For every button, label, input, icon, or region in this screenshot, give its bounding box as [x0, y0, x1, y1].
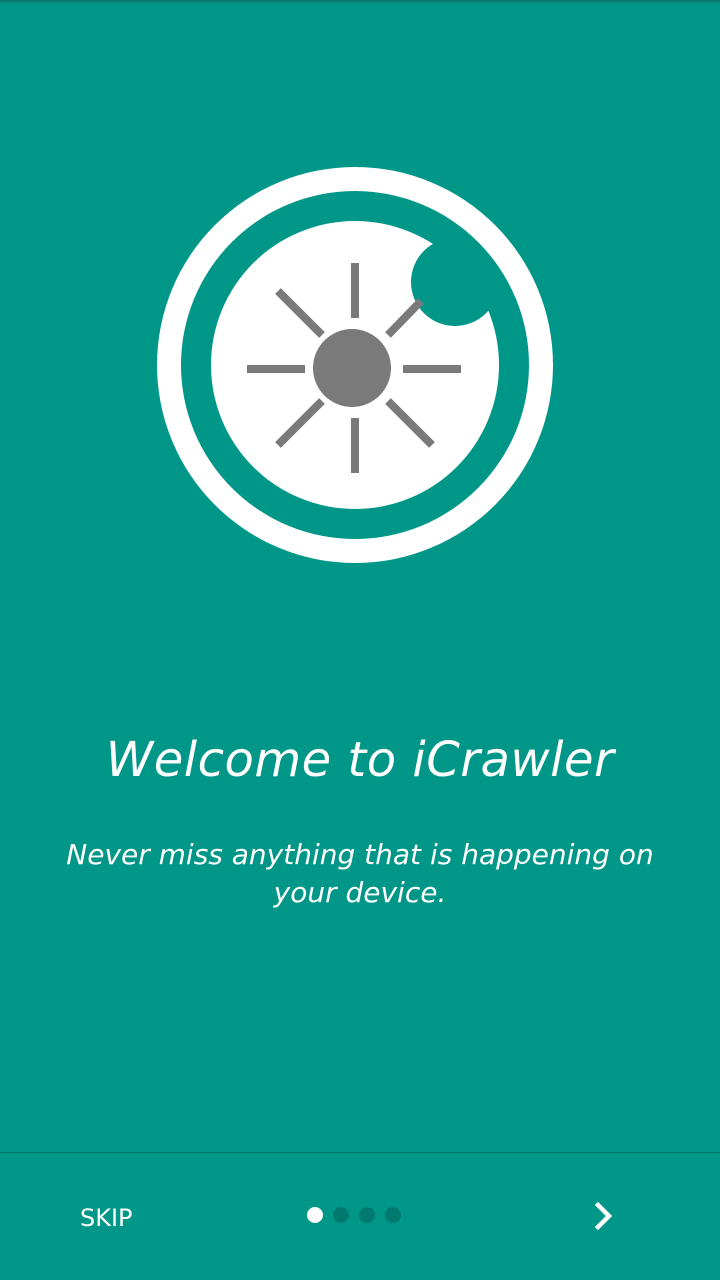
footer-divider — [0, 1152, 720, 1153]
next-button[interactable] — [580, 1192, 628, 1240]
page-dot-1 — [307, 1207, 323, 1223]
onboarding-screen: Welcome to iCrawler Never miss anything … — [0, 0, 720, 1280]
page-dot-3 — [359, 1207, 375, 1223]
logo-highlight — [417, 244, 493, 320]
welcome-subtitle: Never miss anything that is happening on… — [66, 838, 654, 909]
eye-sun-logo-icon — [157, 167, 553, 563]
sun-core — [313, 329, 391, 407]
page-indicator — [307, 1207, 401, 1223]
chevron-right-icon — [594, 1202, 613, 1230]
skip-button[interactable]: SKIP — [80, 1196, 133, 1240]
status-bar-shadow — [0, 0, 720, 4]
page-dot-2 — [333, 1207, 349, 1223]
page-dot-4 — [385, 1207, 401, 1223]
welcome-title: Welcome to iCrawler — [105, 732, 615, 788]
